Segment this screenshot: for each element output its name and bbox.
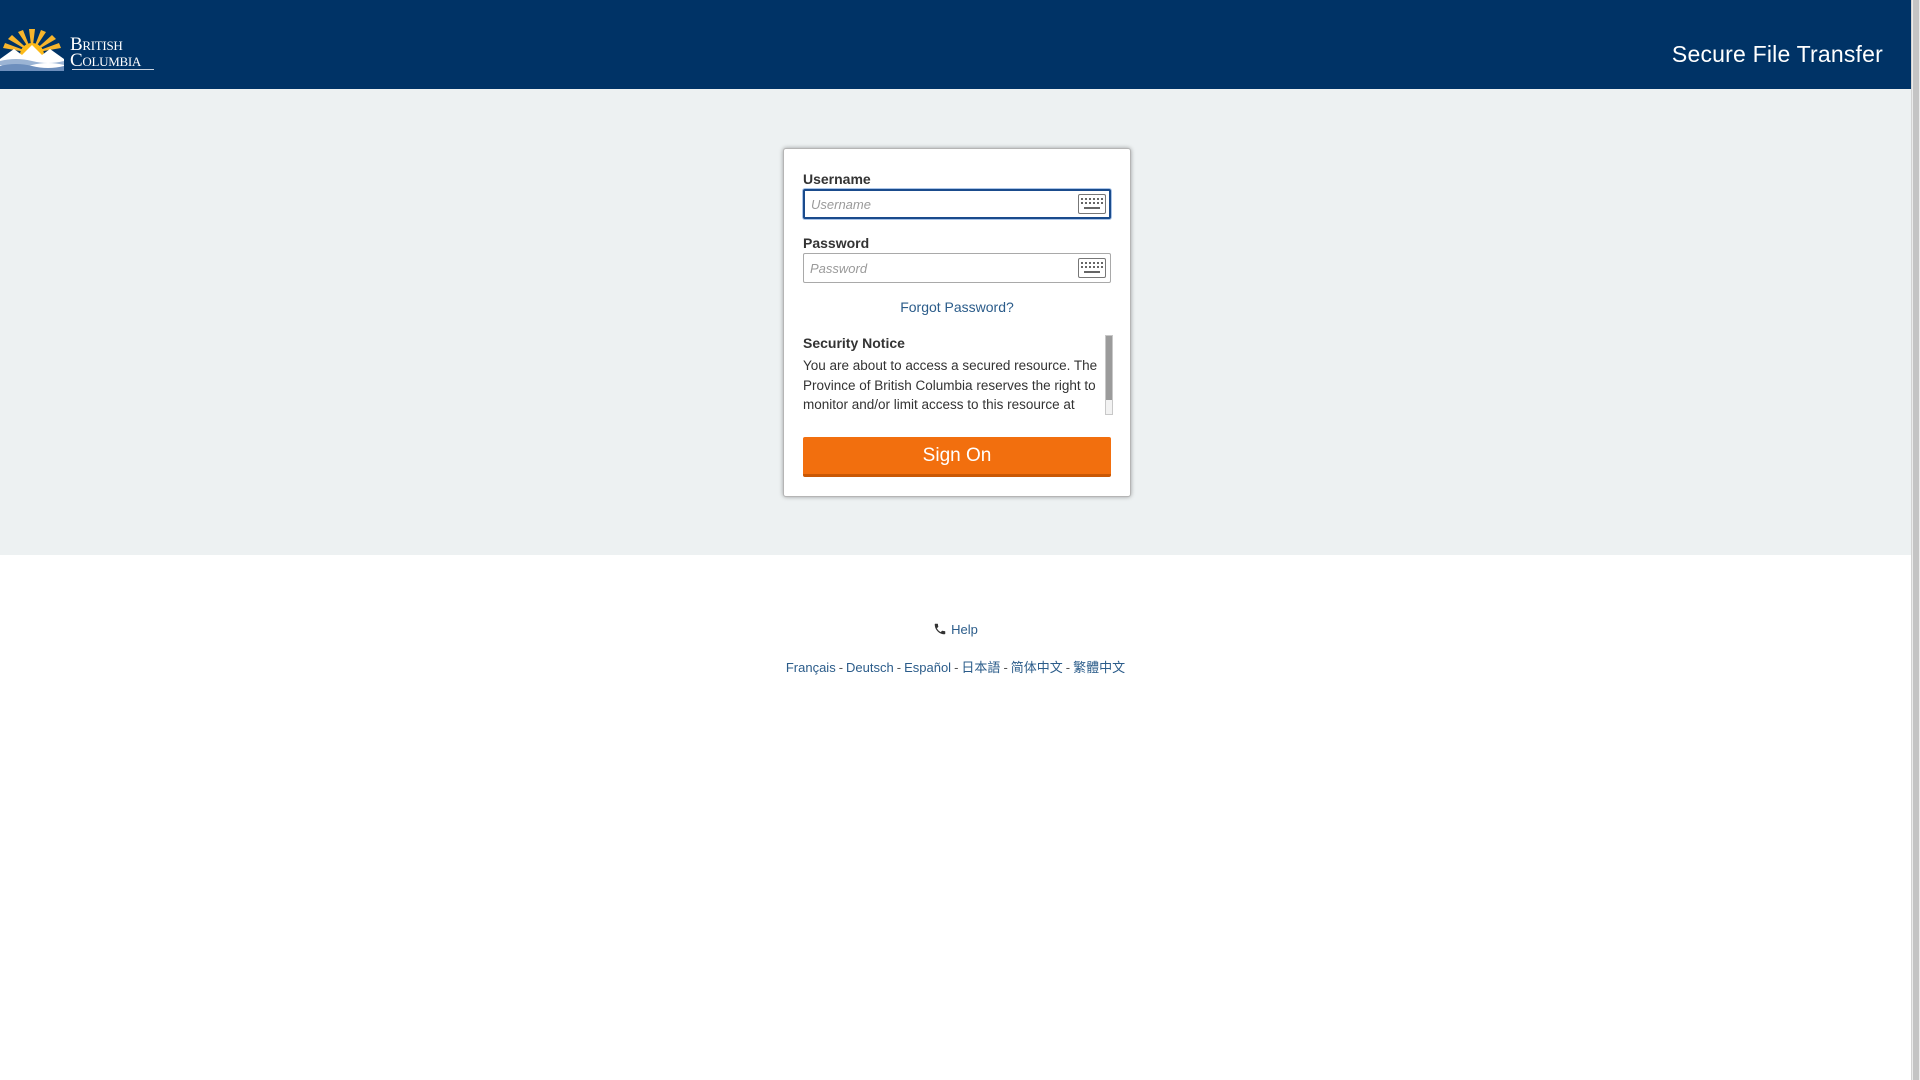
- help-link[interactable]: Help: [0, 622, 1911, 637]
- help-label[interactable]: Help: [951, 622, 978, 637]
- lang-simplified-chinese-link[interactable]: 简体中文: [1011, 660, 1063, 675]
- lang-separator: -: [838, 660, 844, 675]
- header-bar: British Columbia Secure File Transfer: [0, 0, 1911, 89]
- logo-underline: [72, 69, 154, 70]
- username-label: Username: [803, 171, 871, 187]
- page-scrollbar[interactable]: [1911, 0, 1920, 1080]
- lang-spanish-link[interactable]: Español: [904, 660, 951, 675]
- app-title: Secure File Transfer: [1671, 41, 1883, 67]
- password-field-wrapper: [803, 253, 1111, 283]
- password-label: Password: [803, 235, 870, 251]
- page-scroll-thumb[interactable]: [1913, 0, 1919, 1080]
- login-card: Username Password Fo: [783, 148, 1131, 497]
- keyboard-icon[interactable]: [1078, 258, 1106, 278]
- sign-on-button[interactable]: Sign On: [803, 437, 1111, 477]
- language-selector: Français - Deutsch - Español - 日本語 - 简体中文 - 繁體中文: [0, 657, 1911, 676]
- logo-text-columbia: Columbia: [70, 50, 141, 71]
- username-input[interactable]: [805, 191, 1075, 217]
- security-notice-scroll-thumb[interactable]: [1106, 336, 1112, 400]
- security-notice-scrollbar[interactable]: [1105, 335, 1113, 415]
- lang-separator: -: [1065, 660, 1071, 675]
- password-input[interactable]: [804, 254, 1074, 282]
- lang-separator: -: [1003, 660, 1008, 675]
- security-notice-body: You are about to access a secured resour…: [803, 358, 1098, 412]
- lang-japanese-link[interactable]: 日本語: [961, 660, 1000, 675]
- lang-traditional-chinese-link[interactable]: 繁體中文: [1073, 660, 1125, 675]
- bc-logo[interactable]: British Columbia: [0, 24, 160, 74]
- forgot-password-link[interactable]: Forgot Password?: [784, 299, 1130, 315]
- phone-icon: [934, 623, 946, 635]
- lang-german-link[interactable]: Deutsch: [846, 660, 894, 675]
- lang-separator: -: [896, 660, 902, 675]
- lang-french-link[interactable]: Français: [786, 660, 836, 675]
- security-notice-title: Security Notice: [803, 335, 905, 351]
- keyboard-icon[interactable]: [1078, 194, 1106, 214]
- username-field-wrapper: [803, 189, 1111, 219]
- lang-separator: -: [954, 660, 959, 675]
- security-notice[interactable]: Security Notice You are about to access …: [803, 335, 1113, 415]
- bc-sun-mountain-logo-icon: [0, 29, 64, 71]
